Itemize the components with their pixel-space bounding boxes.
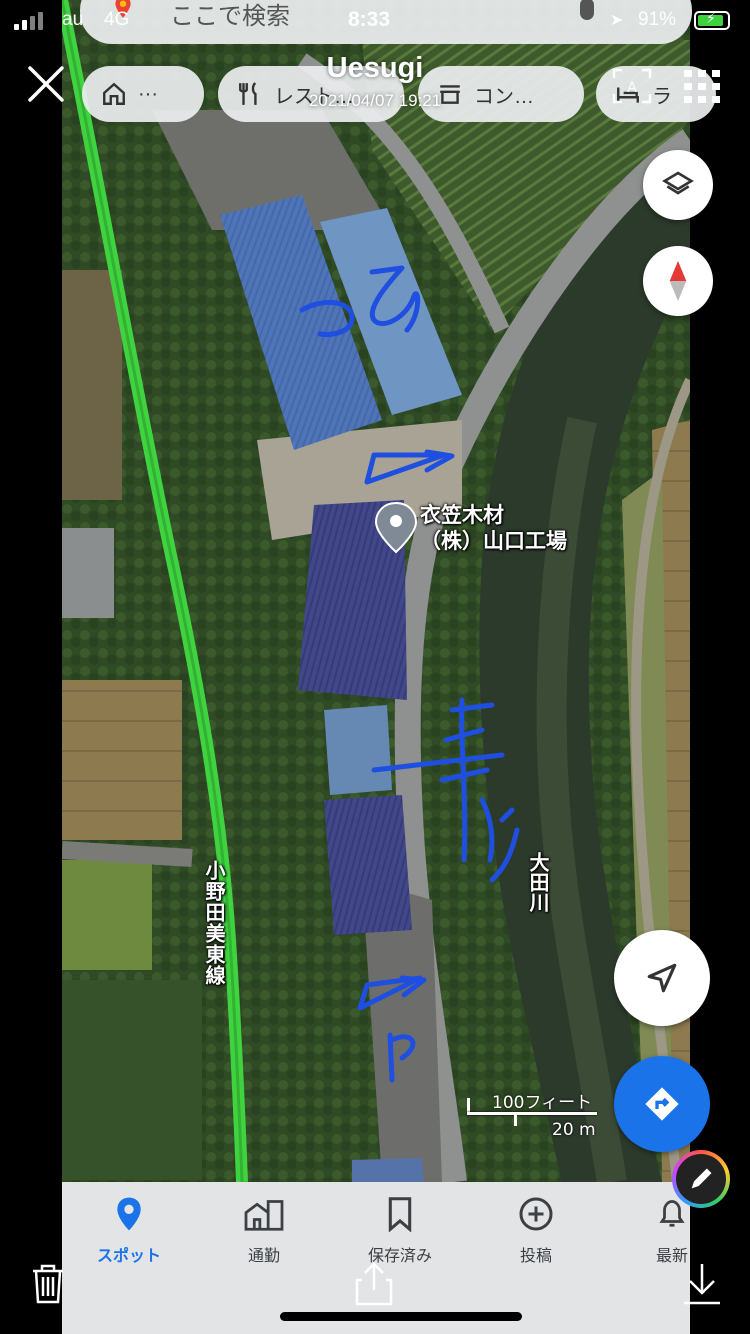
- scale-meters: 20 m: [552, 1120, 596, 1140]
- tab-commute[interactable]: 通勤: [209, 1194, 319, 1266]
- pencil-icon: [691, 1168, 712, 1189]
- road-label: 小野田美東線: [202, 860, 226, 986]
- compass-icon: [669, 261, 687, 301]
- cellular-signal-icon: [14, 12, 43, 30]
- text-recognition-icon[interactable]: A: [612, 68, 652, 104]
- tab-saved[interactable]: 保存済み: [345, 1194, 455, 1266]
- location-services-icon: ➤: [610, 12, 624, 29]
- scale-bar: [467, 1112, 597, 1115]
- place-name-line1: 衣笠木材: [420, 503, 504, 527]
- layers-button[interactable]: [643, 150, 713, 220]
- battery-percent: 91%: [638, 9, 677, 30]
- tab-explore-label: スポット: [96, 1248, 161, 1265]
- tab-contribute[interactable]: 投稿: [481, 1194, 591, 1266]
- edit-pencil-button[interactable]: [672, 1150, 730, 1208]
- scale-tick: [514, 1112, 517, 1126]
- tab-explore[interactable]: スポット: [74, 1194, 184, 1266]
- download-icon[interactable]: [682, 1262, 722, 1306]
- place-name-label[interactable]: 衣笠木材 （株）山口工場: [420, 502, 567, 554]
- navigation-arrow-icon: [647, 963, 677, 993]
- battery-icon: ⚡: [694, 10, 730, 30]
- satellite-map[interactable]: 衣笠木材 （株）山口工場 大田川 小野田美東線 100フィート 20 m: [62, 0, 690, 1182]
- tab-commute-label: 通勤: [247, 1248, 280, 1265]
- place-name-line2: （株）山口工場: [420, 529, 567, 553]
- status-time: 8:33: [348, 8, 391, 31]
- carrier-name: au: [62, 9, 84, 30]
- location-pin-icon: [117, 1197, 141, 1231]
- share-icon[interactable]: [354, 1262, 394, 1306]
- layers-icon: [662, 171, 694, 195]
- compass-button[interactable]: [643, 246, 713, 316]
- my-location-button[interactable]: [614, 930, 710, 1026]
- tab-contribute-label: 投稿: [519, 1248, 552, 1265]
- network-type: 4G: [104, 9, 130, 30]
- charging-bolt-icon: ⚡: [706, 10, 716, 26]
- trash-icon[interactable]: [30, 1263, 66, 1305]
- river-label: 大田川: [526, 852, 550, 912]
- directions-button[interactable]: [614, 1056, 710, 1152]
- status-bar: au 4G 8:33 ➤ 91% ⚡: [0, 0, 750, 40]
- add-circle-icon: [519, 1197, 553, 1231]
- bookmark-icon: [388, 1197, 412, 1232]
- grid-icon[interactable]: [684, 70, 720, 104]
- commute-icon: [244, 1200, 284, 1231]
- satellite-imagery: [62, 0, 690, 1182]
- scale-feet: 100フィート: [492, 1093, 593, 1113]
- directions-icon: [645, 1087, 679, 1121]
- svg-text:A: A: [627, 80, 637, 96]
- home-indicator[interactable]: [280, 1312, 522, 1321]
